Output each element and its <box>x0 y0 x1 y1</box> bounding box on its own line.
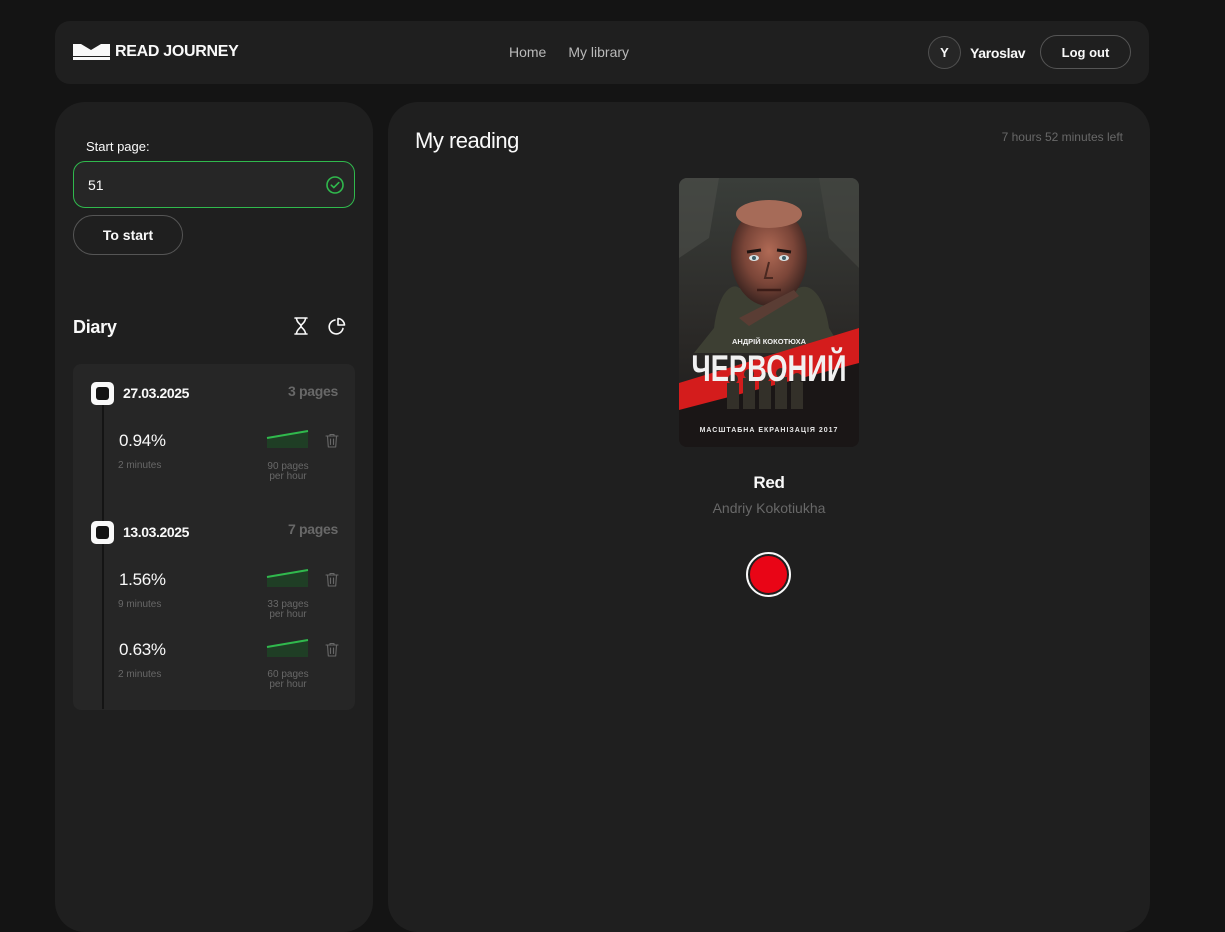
day-date: 13.03.2025 <box>123 524 190 540</box>
day-marker <box>91 382 114 405</box>
logo-text: READ JOURNEY <box>115 43 239 60</box>
page-title: My reading <box>415 128 519 153</box>
hourglass-icon[interactable] <box>291 316 311 336</box>
diary-title: Diary <box>73 317 117 337</box>
start-page-input[interactable]: 51 <box>73 161 355 208</box>
pie-chart-icon[interactable] <box>327 316 347 336</box>
sidebar: Start page: 51 To start Diary 27.03.2025… <box>55 102 373 932</box>
day-pages: 7 pages <box>287 521 338 537</box>
diary-card: 27.03.2025 3 pages 0.94% 2 minutes 90 pa… <box>73 364 355 710</box>
entry-percent: 0.94% <box>119 431 166 450</box>
record-button[interactable] <box>746 552 791 597</box>
trash-icon[interactable] <box>325 642 339 657</box>
cover-title-text: ЧЕРВОНИЙ <box>692 347 847 389</box>
main-panel: My reading 7 hours 52 minutes left АНДРІ… <box>388 102 1150 932</box>
entry-percent: 0.63% <box>119 640 166 659</box>
day-marker <box>91 521 114 544</box>
check-circle-icon <box>326 176 344 194</box>
logo[interactable]: READ JOURNEY <box>73 43 239 61</box>
entry-speed: 90 pages per hour <box>257 462 319 482</box>
entry-percent: 1.56% <box>119 570 166 589</box>
main-nav: Home My library <box>509 44 629 60</box>
start-page-label: Start page: <box>86 139 150 154</box>
book-title: Red <box>753 473 785 492</box>
entry-speed: 60 pages per hour <box>257 670 319 690</box>
book-cover: АНДРІЙ КОКОТЮХА ЧЕРВОНИЙ МАСШТАБНА ЕКРАН… <box>679 178 859 447</box>
speed-graph-icon <box>266 639 309 657</box>
start-page-value: 51 <box>88 176 104 193</box>
user-bar: Y Yaroslav <box>928 36 1026 69</box>
to-start-button[interactable]: To start <box>73 215 183 255</box>
day-pages: 3 pages <box>287 383 338 399</box>
nav-my-library[interactable]: My library <box>568 44 629 60</box>
header: READ JOURNEY Home My library Y Yaroslav … <box>55 21 1149 84</box>
entry-speed-unit: per hour <box>269 679 307 690</box>
record-icon <box>750 556 787 593</box>
entry-speed-unit: per hour <box>269 471 307 482</box>
speed-graph-icon <box>266 430 309 448</box>
entry-time: 2 minutes <box>118 669 162 680</box>
speed-graph-icon <box>266 569 309 587</box>
time-left: 7 hours 52 minutes left <box>1001 130 1123 144</box>
nav-home[interactable]: Home <box>509 44 546 60</box>
entry-time: 2 minutes <box>118 460 162 471</box>
timeline-line <box>102 399 104 709</box>
entry-time: 9 minutes <box>118 599 162 610</box>
entry-speed-unit: per hour <box>269 609 307 620</box>
user-name: Yaroslav <box>970 44 1026 61</box>
cover-author-text: АНДРІЙ КОКОТЮХА <box>732 337 807 346</box>
book-author: Andriy Kokotiukha <box>712 500 826 516</box>
trash-icon[interactable] <box>325 572 339 587</box>
trash-icon[interactable] <box>325 433 339 448</box>
avatar: Y <box>928 36 961 69</box>
cover-tagline-text: МАСШТАБНА ЕКРАНІЗАЦІЯ 2017 <box>700 427 839 434</box>
logout-button[interactable]: Log out <box>1040 35 1131 69</box>
entry-speed: 33 pages per hour <box>257 600 319 620</box>
logo-book-icon <box>73 44 110 60</box>
day-date: 27.03.2025 <box>123 385 190 401</box>
